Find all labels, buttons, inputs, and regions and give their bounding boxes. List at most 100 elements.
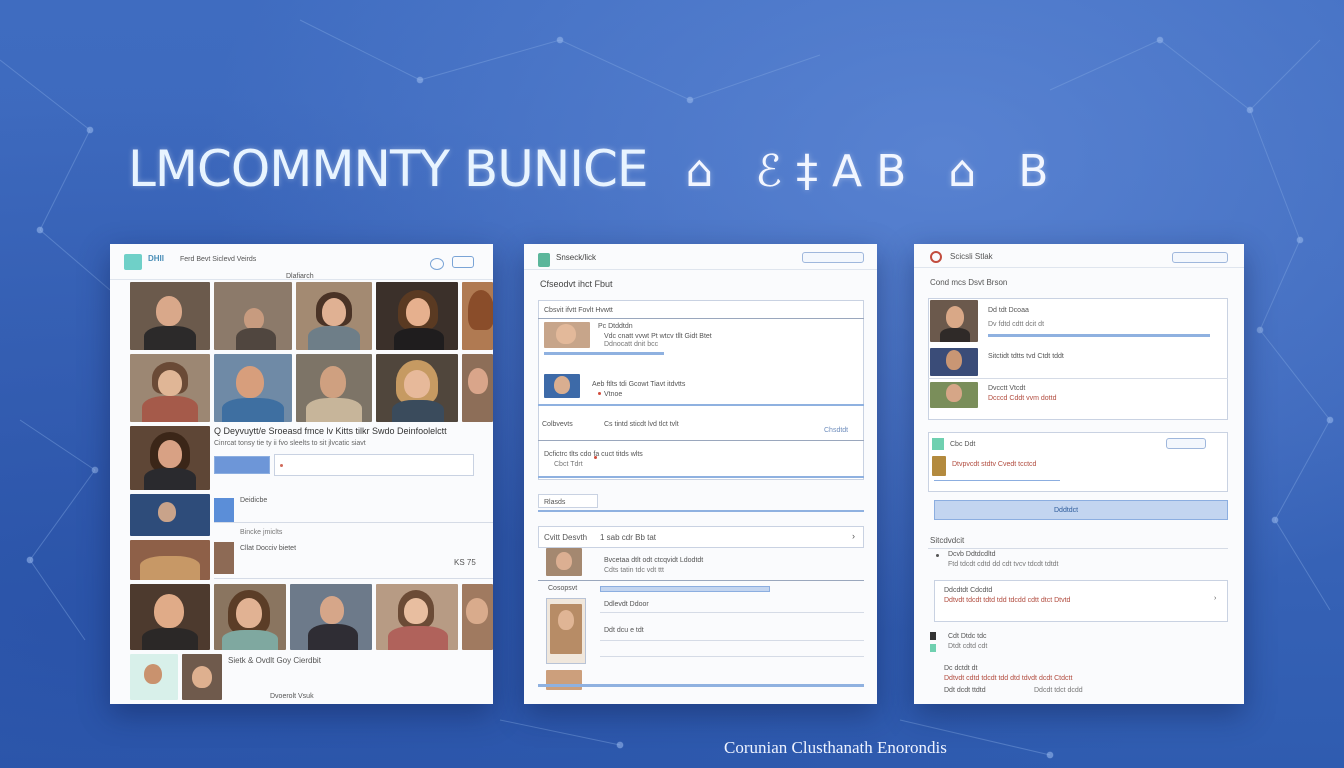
list-item-sub: Ddtvdt cdtd tdcdt tdd dtd tdvdt dcdt Ctd… — [944, 675, 1073, 682]
divider — [928, 378, 1228, 379]
member-photo[interactable] — [296, 282, 372, 350]
media-preview[interactable] — [214, 456, 270, 474]
post-preview-card[interactable] — [274, 454, 474, 476]
post-thumb[interactable] — [214, 498, 234, 522]
member-photo[interactable] — [550, 604, 582, 654]
notifications-icon[interactable] — [430, 258, 444, 270]
event-photo[interactable] — [130, 494, 210, 536]
member-photo[interactable] — [376, 354, 458, 422]
member-photo[interactable] — [462, 354, 493, 422]
divider — [600, 656, 864, 657]
progress-bar — [600, 586, 770, 592]
panel-heading: Cfseodvt ihct Fbut — [540, 279, 613, 289]
thread-line: Cs tintd sticdt lvd tlct tvlt — [604, 421, 679, 428]
event-icon — [932, 438, 944, 450]
list-item-title[interactable]: Cdt Dtdc tdc — [948, 632, 987, 641]
member-photo[interactable] — [296, 354, 372, 422]
headline-glyphs: ⌂ ℰ‡AB ⌂ B — [685, 146, 1063, 197]
divider — [600, 640, 864, 641]
member-avatar[interactable] — [546, 548, 582, 576]
event-filter[interactable] — [1166, 438, 1206, 449]
member-line: Dv fdtd cdtt dcit dt — [988, 321, 1045, 328]
event-label: Cbc Ddt — [950, 441, 976, 448]
page-headline: LMCOMMNTY BUNICE ⌂ ℰ‡AB ⌂ B — [128, 140, 1228, 210]
thread-title[interactable]: Cosopsvt — [548, 584, 577, 593]
member-photo[interactable] — [130, 282, 210, 350]
member-avatar[interactable] — [544, 322, 590, 348]
list-item-title[interactable]: Ddcdtdt Cdcdtd — [944, 586, 992, 595]
post-subtext: Cinrcat tonsy tie ty ii fvo sleelts to s… — [214, 440, 366, 447]
divider — [214, 578, 493, 579]
status-dot — [598, 392, 601, 395]
group-label[interactable]: Sietk & Ovdlt Goy Cierdbit — [228, 656, 321, 665]
divider — [934, 480, 1060, 481]
divider — [538, 580, 864, 581]
list-heading: Sitcdvdcit — [930, 536, 965, 545]
thread-title[interactable]: Pc Dtddtdn — [598, 322, 633, 331]
member-name[interactable]: Dd tdt Dcoaa — [988, 306, 1029, 315]
member-photo[interactable] — [130, 426, 210, 490]
list-item-title[interactable]: Dcvb Ddtdcdltd — [948, 550, 995, 559]
chevron-icon[interactable]: › — [1214, 594, 1216, 603]
community-feed-panel: DHII Ferd Bevt Siclevd Veirds Dlafiarch … — [110, 244, 493, 704]
member-photo[interactable] — [376, 282, 458, 350]
member-photo[interactable] — [130, 584, 210, 650]
member-photo[interactable] — [214, 354, 292, 422]
thread-header-sub: 1 sab cdr Bb tat — [600, 533, 657, 542]
member-photo[interactable] — [462, 584, 493, 650]
member-name[interactable]: Dvcctt Vtcdt — [988, 384, 1025, 393]
member-photo[interactable] — [462, 282, 493, 350]
chevron-icon[interactable]: › — [852, 532, 855, 541]
member-photo[interactable] — [182, 654, 222, 700]
thread-line: Ddt dcu e tdt — [604, 627, 644, 634]
primary-button[interactable] — [934, 500, 1228, 520]
thread-header-label: Cvitt Desvth — [544, 533, 588, 542]
thread-line: Ddlevdt Ddoor — [604, 601, 649, 608]
thread-line: Cdts tatin tdc vdt ttt — [604, 567, 664, 574]
divider — [538, 440, 864, 441]
event-thumb[interactable] — [932, 456, 946, 476]
app-name: DHII — [148, 254, 164, 263]
divider — [538, 404, 864, 406]
divider — [538, 684, 864, 687]
divider — [600, 612, 864, 613]
member-avatar[interactable] — [930, 348, 978, 376]
thread-tag: Chsdtdt — [824, 427, 849, 434]
list-item-sub: Ddcdt tdct dcdd — [1034, 687, 1083, 694]
list-item-title[interactable]: Dc dctdt dt — [944, 664, 977, 673]
member-photo[interactable] — [214, 584, 286, 650]
search-input[interactable] — [1172, 252, 1228, 263]
member-avatar[interactable] — [546, 670, 582, 690]
status-dot — [280, 464, 283, 467]
app-logo-icon — [124, 254, 142, 270]
post-subtext: Bincke jmiclts — [240, 529, 283, 536]
post-label: Deidicbe — [240, 497, 268, 504]
member-photo[interactable] — [376, 584, 458, 650]
search-input[interactable] — [802, 252, 864, 263]
progress-bar — [544, 352, 664, 355]
post-price: KS 75 — [454, 558, 476, 567]
post-thumb[interactable] — [214, 542, 234, 574]
member-avatar[interactable] — [930, 300, 978, 342]
member-avatar[interactable] — [544, 374, 580, 398]
bullet-icon — [930, 644, 936, 652]
member-photo[interactable] — [130, 540, 210, 580]
footer-caption: Corunian Clusthanath Enorondis — [724, 738, 947, 757]
member-photo[interactable] — [130, 354, 210, 422]
divider — [988, 334, 1210, 337]
primary-button-label: Dddtdct — [1054, 507, 1079, 514]
thread-line: Ddnocatt dnit bcc — [604, 341, 659, 348]
member-photo[interactable] — [214, 282, 292, 350]
post-title[interactable]: Q Deyvuytt/e Sroeasd fmce lv Kitts tilkr… — [214, 427, 447, 436]
thread-title[interactable]: Colbvevts — [542, 420, 573, 429]
thread-title[interactable]: Aeb ftlts tdi Gcowt Tiavt itdvtts — [592, 380, 685, 389]
group-caption: Dvoerolt Vsuk — [270, 693, 314, 700]
list-item-title[interactable]: Ddt dcdt ttdtd — [944, 686, 986, 695]
member-avatar[interactable] — [930, 382, 978, 408]
list-item-sub: Ddtvdt tdcdt tdtd tdd tdcdd cdtt dtct Dt… — [944, 597, 1071, 604]
member-photo[interactable] — [290, 584, 372, 650]
messages-icon[interactable] — [452, 256, 474, 268]
member-name[interactable]: Sitctidt tdtts tvd Ctdt tddt — [988, 352, 1064, 361]
member-photo[interactable] — [130, 654, 178, 700]
thread-line: Bvcetaa dtlt odt ctcqvidt Ldodtdt — [604, 557, 704, 564]
